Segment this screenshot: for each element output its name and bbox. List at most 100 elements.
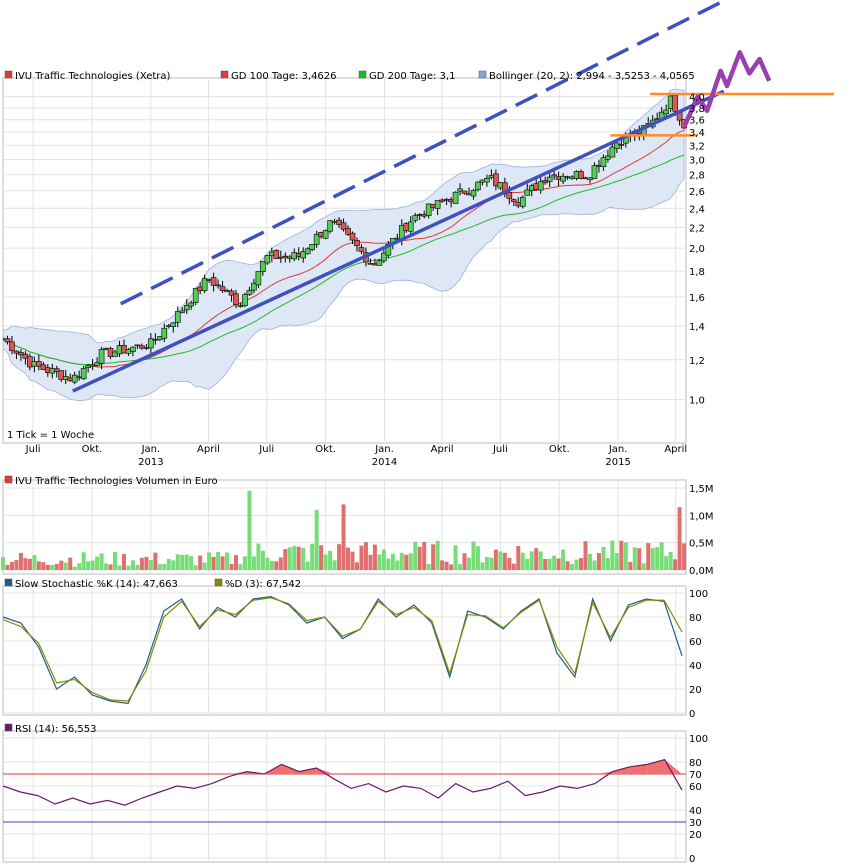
volume-bar (283, 549, 288, 570)
candle-body (376, 260, 383, 266)
candle-body (219, 286, 226, 291)
stoch-legend-swatch (4, 578, 13, 587)
volume-bar (579, 558, 584, 570)
volume-bar (328, 550, 333, 570)
volume-bar (592, 560, 597, 570)
volume-bar (144, 556, 149, 570)
candle-body (80, 368, 87, 380)
volume-bar (45, 564, 50, 570)
volume-bar (251, 556, 256, 570)
volume-bar (386, 558, 391, 570)
volume-bar (538, 551, 543, 570)
price-y-tick-label: 2,8 (689, 171, 705, 182)
volume-bar (480, 562, 485, 570)
candle-body (519, 196, 526, 207)
x-tick-year-label: 2015 (605, 457, 630, 468)
legend-swatch (358, 70, 367, 79)
volume-bar (404, 554, 409, 570)
candle-body (618, 144, 625, 146)
volume-bar (534, 548, 539, 570)
volume-bar (337, 544, 342, 570)
candle-body (174, 311, 181, 323)
volume-bar (596, 553, 601, 570)
price-y-tick-label: 1,0 (689, 396, 705, 407)
volume-bar (59, 560, 64, 570)
candle-body (188, 302, 194, 307)
price-y-tick-label: 1,2 (689, 356, 705, 367)
volume-bar (346, 547, 351, 570)
price-y-tick-label: 1,8 (689, 267, 705, 278)
candle-body (233, 293, 239, 305)
volume-bar (211, 556, 216, 570)
volume-bar (63, 562, 68, 570)
volume-bar (86, 561, 91, 570)
price-y-tick-label: 3,4 (689, 128, 705, 139)
candle-body (354, 240, 360, 247)
volume-bar (135, 564, 140, 570)
rsi-legend-swatch (4, 723, 13, 732)
volume-bar (242, 556, 247, 570)
price-y-tick-label: 1,4 (689, 322, 705, 333)
volume-bar (673, 559, 678, 570)
stoch-y-tick-label: 60 (689, 637, 702, 648)
panel-frame (2, 730, 687, 863)
rsi-y-tick-label: 30 (689, 818, 702, 829)
x-tick-label: Jan. (374, 444, 394, 455)
candle-body (663, 109, 669, 115)
legend-label: IVU Traffic Technologies (Xetra) (15, 71, 171, 82)
volume-bar (650, 548, 655, 570)
volume-bar (99, 553, 104, 570)
volume-bar (18, 552, 23, 570)
volume-bar (193, 565, 198, 570)
stoch-y-tick-label: 40 (689, 661, 702, 672)
volume-bar (274, 561, 279, 570)
volume-bar (440, 560, 445, 570)
legend-swatch (478, 70, 487, 79)
volume-bar (216, 551, 221, 570)
price-y-tick-label: 2,6 (689, 187, 705, 198)
legend-label: Bollinger (20, 2): 2,994 - 3,5253 - 4,05… (489, 71, 695, 82)
volume-bar (5, 564, 10, 570)
price-y-tick-label: 2,4 (689, 204, 705, 215)
volume-bar (287, 547, 292, 570)
volume-bar (475, 546, 480, 570)
x-tick-label: Okt. (82, 444, 103, 455)
volume-bar (301, 547, 306, 570)
volume-bar (314, 509, 319, 570)
candle-body (407, 221, 414, 232)
volume-bar (601, 546, 606, 570)
volume-bar (108, 564, 113, 570)
volume-bar (54, 563, 59, 570)
volume-bar (664, 556, 669, 570)
volume-bar (27, 558, 32, 570)
volume-bar (493, 549, 498, 570)
candle-body (551, 174, 557, 177)
volume-bar (547, 558, 552, 570)
candle-body (98, 349, 105, 364)
volume-bar (453, 545, 458, 570)
volume-bar (189, 556, 194, 570)
candle-body (475, 181, 481, 191)
x-tick-label: Jan. (608, 444, 628, 455)
candle-body (484, 178, 490, 183)
rsi-y-tick-label: 70 (689, 770, 702, 781)
candle-body (246, 290, 253, 295)
candle-body (170, 322, 177, 327)
volume-bar (162, 563, 167, 570)
volume-bar (41, 562, 46, 570)
x-tick-label: Okt. (315, 444, 336, 455)
candle-body (461, 190, 468, 194)
volume-bar (9, 561, 14, 570)
candle-body (4, 338, 11, 343)
rsi-y-tick-label: 0 (689, 854, 695, 865)
volume-bar (637, 548, 642, 570)
volume-bar (117, 565, 122, 570)
volume-bar (247, 490, 252, 570)
candle-body (546, 176, 553, 182)
x-tick-year-label: 2013 (138, 457, 163, 468)
volume-bar (113, 551, 118, 570)
volume-bar (372, 544, 377, 570)
legend-swatch (4, 70, 13, 79)
volume-bar (171, 560, 176, 570)
volume-bar (408, 553, 413, 570)
